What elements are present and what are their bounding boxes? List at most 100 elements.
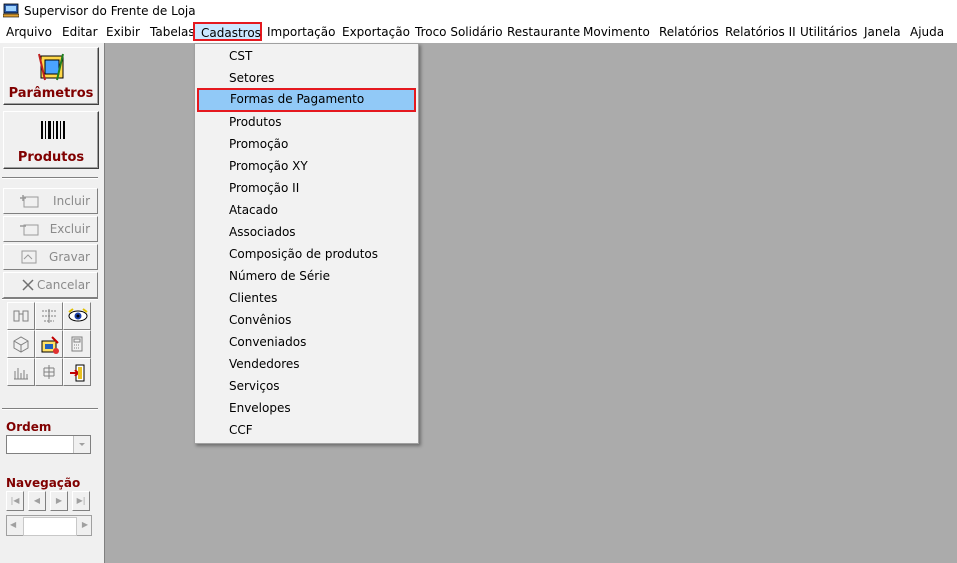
divider xyxy=(2,298,98,300)
divider xyxy=(2,408,98,410)
bar-chart-icon[interactable] xyxy=(7,358,35,386)
calculator-icon-glyph xyxy=(71,336,83,352)
bar-chart-icon-glyph xyxy=(14,368,28,380)
save-record-icon xyxy=(21,250,37,264)
incluir-label: Incluir xyxy=(53,194,90,208)
navigation-scrollbar[interactable]: ◀ ▶ xyxy=(6,515,92,536)
menu-option-label: Clientes xyxy=(229,291,278,305)
calculator-icon[interactable] xyxy=(63,330,91,358)
menu-option-ccf[interactable]: CCF xyxy=(195,419,418,441)
menu-option-conveniados[interactable]: Conveniados xyxy=(195,331,418,353)
menu-option-promocao-ii[interactable]: Promoção II xyxy=(195,177,418,199)
form-icon[interactable] xyxy=(35,330,63,358)
incluir-button[interactable]: Incluir xyxy=(3,188,98,214)
window-title: Supervisor do Frente de Loja xyxy=(24,4,196,18)
menu-option-label: Promoção xyxy=(229,137,289,151)
excluir-label: Excluir xyxy=(49,222,90,236)
menu-option-label: Promoção XY xyxy=(229,159,308,173)
binoculars-icon[interactable] xyxy=(7,302,35,330)
cadastros-dropdown-menu: CST Setores Formas de Pagamento Produtos… xyxy=(194,43,419,444)
nav-last-button[interactable]: ▶| xyxy=(72,491,90,511)
cancelar-button[interactable]: Cancelar xyxy=(3,272,98,298)
menu-option-label: Composição de produtos xyxy=(229,247,379,261)
menu-option-label: Formas de Pagamento xyxy=(230,92,365,106)
menu-movimento[interactable]: Movimento xyxy=(583,25,650,39)
parametros-button[interactable]: Parâmetros xyxy=(3,47,99,105)
cube-icon[interactable] xyxy=(7,330,35,358)
menu-option-label: Envelopes xyxy=(229,401,291,415)
menu-restaurante[interactable]: Restaurante xyxy=(507,25,580,39)
menu-option-label: Vendedores xyxy=(229,357,300,371)
menu-option-envelopes[interactable]: Envelopes xyxy=(195,397,418,419)
exit-door-icon[interactable] xyxy=(63,358,91,386)
add-record-icon xyxy=(20,195,39,208)
menu-option-formas-de-pagamento[interactable]: Formas de Pagamento xyxy=(197,88,416,112)
menu-option-cst[interactable]: CST xyxy=(195,45,418,67)
menu-option-servicos[interactable]: Serviços xyxy=(195,375,418,397)
menu-option-promocao-xy[interactable]: Promoção XY xyxy=(195,155,418,177)
title-bar: Supervisor do Frente de Loja xyxy=(0,0,957,22)
menu-troco-solidario[interactable]: Troco Solidário xyxy=(415,25,503,39)
filter-icon[interactable] xyxy=(35,302,63,330)
gravar-label: Gravar xyxy=(49,250,90,264)
menu-option-produtos[interactable]: Produtos xyxy=(195,111,418,133)
produtos-button[interactable]: Produtos xyxy=(3,111,99,169)
menu-relatorios[interactable]: Relatórios xyxy=(659,25,719,39)
menu-janela[interactable]: Janela xyxy=(864,25,901,39)
produtos-label: Produtos xyxy=(17,150,85,165)
menu-exibir[interactable]: Exibir xyxy=(106,25,140,39)
menu-utilitarios[interactable]: Utilitários xyxy=(800,25,857,39)
menu-option-vendedores[interactable]: Vendedores xyxy=(195,353,418,375)
scroll-right-icon[interactable]: ▶ xyxy=(82,520,88,529)
parametros-icon xyxy=(38,53,64,81)
scroll-thumb[interactable] xyxy=(23,517,77,536)
menu-bar: Arquivo Editar Exibir Tabelas Cadastros … xyxy=(0,22,957,43)
tree-icon[interactable] xyxy=(35,358,63,386)
nav-next-button[interactable]: ▶ xyxy=(50,491,68,511)
menu-option-label: Promoção II xyxy=(229,181,300,195)
menu-exportacao[interactable]: Exportação xyxy=(342,25,410,39)
menu-option-label: CST xyxy=(229,49,253,63)
menu-option-label: Setores xyxy=(229,71,275,85)
menu-editar[interactable]: Editar xyxy=(62,25,98,39)
ordem-label: Ordem xyxy=(6,420,52,434)
nav-first-button[interactable]: |◀ xyxy=(6,491,24,511)
ordem-combobox[interactable] xyxy=(6,435,91,454)
exit-door-icon-glyph xyxy=(70,364,85,382)
menu-option-label: Associados xyxy=(229,225,296,239)
menu-option-label: Produtos xyxy=(229,115,282,129)
menu-importacao[interactable]: Importação xyxy=(267,25,335,39)
eye-icon[interactable] xyxy=(63,302,91,330)
menu-option-clientes[interactable]: Clientes xyxy=(195,287,418,309)
scroll-left-icon[interactable]: ◀ xyxy=(10,520,16,529)
menu-option-atacado[interactable]: Atacado xyxy=(195,199,418,221)
gravar-button[interactable]: Gravar xyxy=(3,244,98,270)
nav-prev-button[interactable]: ◀ xyxy=(28,491,46,511)
menu-option-promocao[interactable]: Promoção xyxy=(195,133,418,155)
barcode-icon xyxy=(41,121,65,139)
side-panel: Parâmetros Produtos Incluir Excluir Grav… xyxy=(0,43,105,563)
menu-option-label: Número de Série xyxy=(229,269,330,283)
filter-icon-glyph xyxy=(42,309,56,323)
app-icon xyxy=(3,3,19,18)
menu-option-associados[interactable]: Associados xyxy=(195,221,418,243)
menu-option-label: Serviços xyxy=(229,379,280,393)
chevron-down-icon[interactable] xyxy=(73,436,90,453)
menu-tabelas[interactable]: Tabelas xyxy=(150,25,195,39)
navegacao-label: Navegação xyxy=(6,476,81,490)
excluir-button[interactable]: Excluir xyxy=(3,216,98,242)
menu-option-composicao-de-produtos[interactable]: Composição de produtos xyxy=(195,243,418,265)
menu-option-setores[interactable]: Setores xyxy=(195,67,418,89)
cancelar-label: Cancelar xyxy=(37,278,90,292)
form-icon-glyph xyxy=(41,336,59,354)
menu-option-convenios[interactable]: Convênios xyxy=(195,309,418,331)
eye-icon-glyph xyxy=(68,308,88,322)
menu-arquivo[interactable]: Arquivo xyxy=(6,25,52,39)
divider xyxy=(2,177,98,179)
menu-cadastros[interactable]: Cadastros xyxy=(193,22,262,41)
menu-option-label: Atacado xyxy=(229,203,278,217)
menu-option-numero-de-serie[interactable]: Número de Série xyxy=(195,265,418,287)
menu-option-label: Conveniados xyxy=(229,335,307,349)
menu-relatorios-ii[interactable]: Relatórios II xyxy=(725,25,796,39)
menu-ajuda[interactable]: Ajuda xyxy=(910,25,944,39)
